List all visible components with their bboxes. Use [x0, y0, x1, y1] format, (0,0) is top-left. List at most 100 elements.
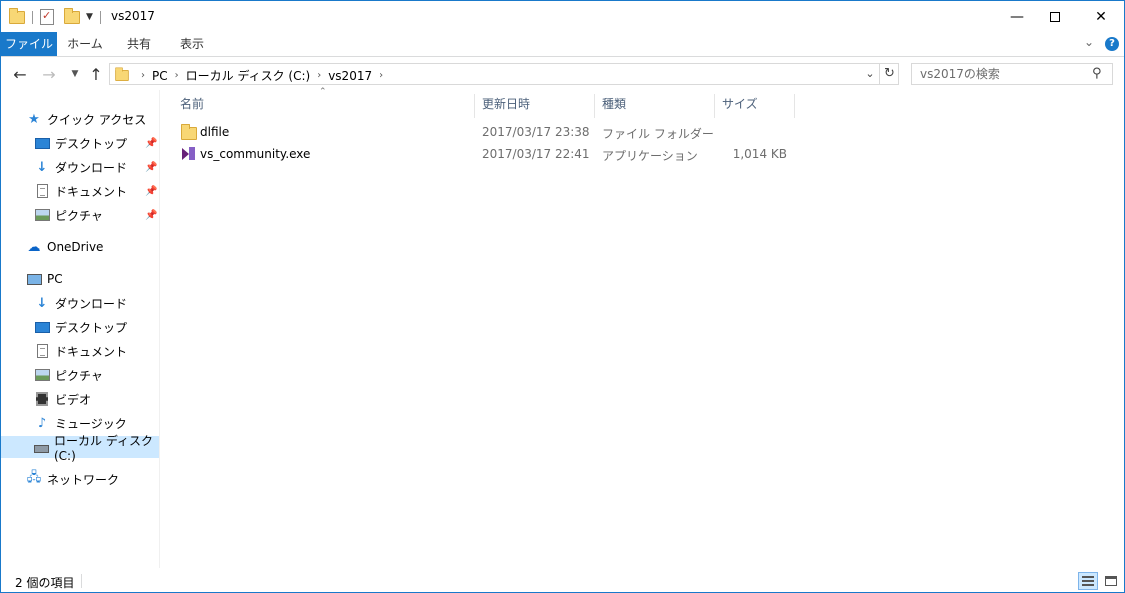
maximize-button[interactable] — [1032, 1, 1078, 32]
sidebar-item-label: ドキュメント — [55, 344, 128, 359]
pin-icon[interactable]: 📌 — [145, 138, 157, 149]
quick-access-toolbar: ▼ — [9, 7, 104, 27]
details-view-button[interactable] — [1078, 572, 1098, 590]
sidebar-item-label: ローカル ディスク (C:) — [54, 433, 153, 463]
status-bar: 2 個の項目 — [1, 570, 1124, 592]
table-row[interactable]: dlfile 2017/03/17 23:38 ファイル フォルダー — [173, 122, 795, 144]
column-header-type[interactable]: 種類 — [595, 94, 715, 118]
file-name: vs_community.exe — [200, 147, 311, 161]
expand-ribbon-chevron-icon[interactable]: ⌄ — [1084, 35, 1094, 49]
sidebar-item-local-disk[interactable]: ローカル ディスク (C:) — [1, 434, 159, 463]
back-arrow-icon[interactable]: ← — [11, 65, 29, 84]
forward-arrow-icon[interactable]: → — [40, 65, 58, 84]
desktop-icon — [34, 319, 50, 335]
recent-locations-chevron-icon[interactable]: ▼ — [66, 69, 84, 79]
sidebar-item-label: OneDrive — [47, 240, 104, 254]
search-icon[interactable]: ⚲ — [1092, 66, 1102, 81]
sidebar-item-label: ミュージック — [55, 416, 127, 431]
pin-icon[interactable]: 📌 — [145, 186, 157, 197]
picture-icon — [34, 207, 50, 223]
pc-icon — [26, 271, 42, 287]
document-icon — [34, 343, 50, 359]
tab-view[interactable]: 表示 — [168, 32, 216, 56]
sidebar-item-quick-access[interactable]: ★ クイック アクセス — [1, 108, 159, 130]
address-history-chevron-icon[interactable]: ⌄ — [862, 66, 878, 82]
breadcrumb-separator-icon[interactable]: › — [175, 70, 179, 81]
explorer-window: ▼ vs2017 — ✕ ファイル ホーム 共有 表示 ⌄ ? ← → ▼ ↑ … — [0, 0, 1125, 593]
minimize-icon: — — [1010, 8, 1024, 25]
details-view-icon — [1082, 576, 1094, 586]
file-size: 1,014 KB — [732, 147, 787, 161]
breadcrumb-item-pc[interactable]: PC — [152, 69, 168, 83]
search-box[interactable]: ⚲ — [911, 63, 1113, 85]
sidebar-item-label: ピクチャ — [55, 208, 103, 223]
file-type: アプリケーション — [602, 149, 698, 163]
sidebar-item-label: ドキュメント — [55, 184, 128, 199]
sidebar-item-onedrive[interactable]: ☁ OneDrive — [1, 236, 159, 258]
address-bar[interactable]: › PC › ローカル ディスク (C:) › vs2017 › ⌄ ↻ — [109, 63, 899, 85]
up-arrow-icon[interactable]: ↑ — [87, 65, 105, 84]
search-input[interactable] — [920, 67, 1090, 81]
refresh-icon[interactable]: ↻ — [879, 64, 899, 84]
breadcrumb-separator-icon[interactable]: › — [379, 70, 383, 81]
sidebar-item-label: ダウンロード — [55, 160, 128, 175]
sidebar-item-label: デスクトップ — [55, 136, 128, 151]
tab-share[interactable]: 共有 — [115, 32, 163, 56]
sidebar-item-documents[interactable]: ドキュメント 📌 — [1, 180, 159, 202]
breadcrumb-item-local-disk[interactable]: ローカル ディスク (C:) — [186, 67, 311, 84]
maximize-icon — [1050, 11, 1060, 22]
music-icon: ♪ — [37, 415, 47, 431]
close-button[interactable]: ✕ — [1078, 1, 1124, 32]
sidebar-item-label: クイック アクセス — [47, 112, 147, 127]
sidebar-item-pc-downloads[interactable]: ↓ ダウンロード — [1, 292, 159, 314]
sidebar-item-pc-documents[interactable]: ドキュメント — [1, 340, 159, 362]
picture-icon — [34, 367, 50, 383]
sidebar-item-downloads[interactable]: ↓ ダウンロード 📌 — [1, 156, 159, 178]
column-header-size[interactable]: サイズ — [715, 94, 795, 118]
navigation-bar: ← → ▼ ↑ › PC › ローカル ディスク (C:) › vs2017 ›… — [1, 58, 1124, 90]
sidebar-item-pictures[interactable]: ピクチャ 📌 — [1, 204, 159, 226]
file-name: dlfile — [200, 125, 230, 139]
folder-icon — [181, 124, 197, 140]
toolbar-divider — [32, 10, 33, 24]
column-header-date-modified[interactable]: 更新日時 — [475, 94, 595, 118]
toolbar-divider — [99, 10, 101, 24]
folder-icon — [9, 7, 25, 24]
properties-icon[interactable] — [40, 9, 54, 25]
sidebar-item-label: ダウンロード — [55, 296, 128, 311]
sidebar-item-pc[interactable]: PC — [1, 268, 159, 290]
sidebar-item-network[interactable]: 🖧 ネットワーク — [1, 468, 159, 490]
sidebar-item-label: PC — [47, 272, 63, 286]
ribbon-tabs: ファイル ホーム 共有 表示 ⌄ ? — [1, 32, 1124, 57]
drive-icon — [34, 439, 49, 455]
breadcrumb-separator-icon[interactable]: › — [141, 70, 145, 81]
video-icon — [34, 391, 50, 407]
desktop-icon — [34, 135, 50, 151]
table-row[interactable]: vs_community.exe 2017/03/17 22:41 アプリケーシ… — [173, 144, 795, 166]
sidebar-item-label: ネットワーク — [47, 472, 120, 487]
large-icons-view-icon — [1105, 576, 1117, 586]
breadcrumb-separator-icon[interactable]: › — [317, 70, 321, 81]
sidebar-item-desktop[interactable]: デスクトップ 📌 — [1, 132, 159, 154]
large-icons-view-button[interactable] — [1101, 572, 1121, 590]
navigation-pane: ★ クイック アクセス デスクトップ 📌 ↓ ダウンロード 📌 ドキュメント 📌… — [1, 99, 159, 569]
sidebar-item-pc-desktop[interactable]: デスクトップ — [1, 316, 159, 338]
pane-divider[interactable] — [159, 90, 160, 568]
column-header-name[interactable]: 名前 — [173, 94, 475, 118]
window-title: vs2017 — [111, 9, 155, 23]
sidebar-item-label: ピクチャ — [55, 368, 103, 383]
sidebar-item-label: デスクトップ — [55, 320, 128, 335]
help-icon[interactable]: ? — [1105, 37, 1119, 51]
customize-toolbar-dropdown-icon[interactable]: ▼ — [86, 12, 93, 22]
sidebar-item-pc-videos[interactable]: ビデオ — [1, 388, 159, 410]
pin-icon[interactable]: 📌 — [145, 162, 157, 173]
breadcrumb-item-vs2017[interactable]: vs2017 — [328, 69, 372, 83]
new-folder-icon[interactable] — [64, 7, 80, 24]
breadcrumb: › PC › ローカル ディスク (C:) › vs2017 › — [134, 67, 390, 84]
pin-icon[interactable]: 📌 — [145, 210, 157, 221]
tab-file[interactable]: ファイル — [1, 32, 57, 56]
sidebar-item-pc-pictures[interactable]: ピクチャ — [1, 364, 159, 386]
file-list: ⌃ 名前 更新日時 種類 サイズ dlfile 2017/03/17 23:38… — [173, 87, 1113, 568]
network-icon: 🖧 — [26, 470, 42, 485]
tab-home[interactable]: ホーム — [61, 32, 109, 56]
